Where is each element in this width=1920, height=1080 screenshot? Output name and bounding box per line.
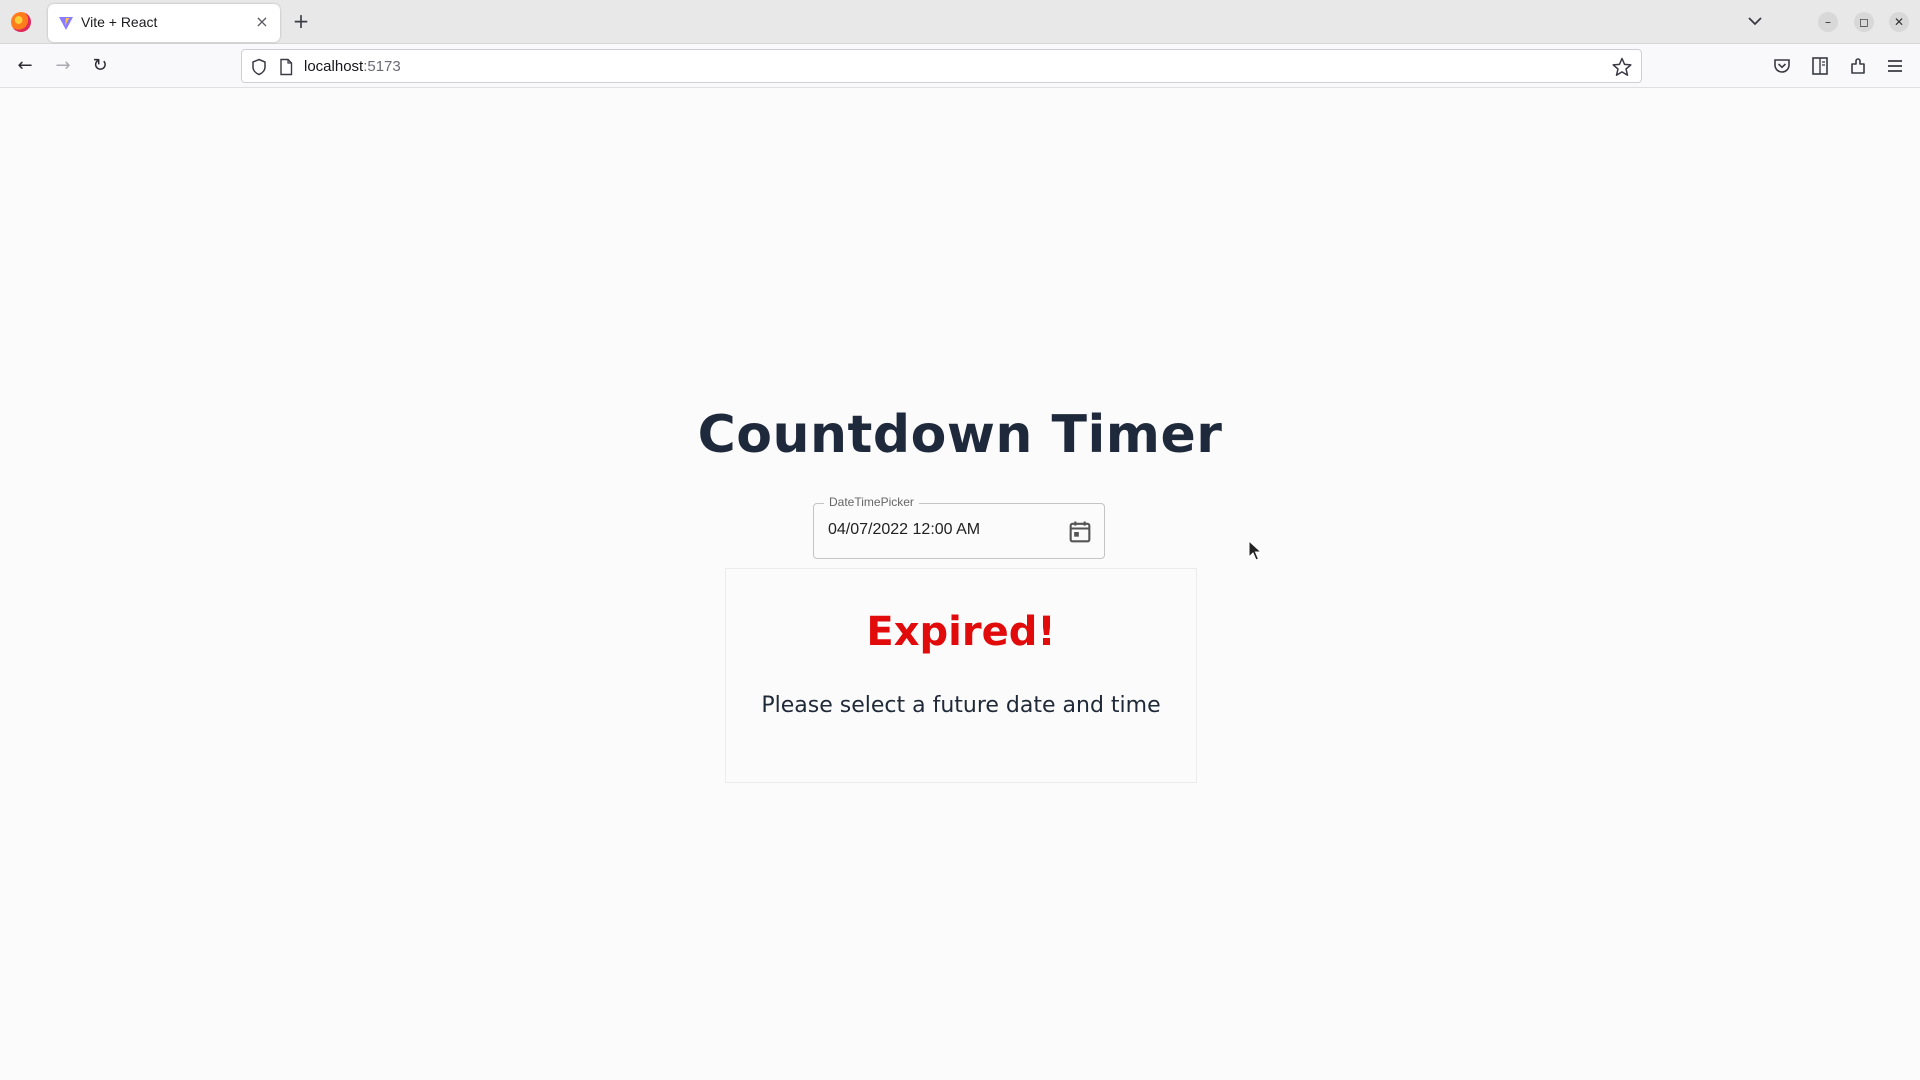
extensions-icon[interactable] (1847, 55, 1869, 77)
firefox-logo-icon[interactable] (11, 12, 31, 32)
vite-icon (59, 17, 73, 30)
forward-button[interactable]: → (49, 54, 77, 78)
reader-view-icon[interactable] (1809, 55, 1831, 77)
chevron-down-icon[interactable] (1744, 10, 1766, 32)
tab-strip: Vite + React × + – ◻ ✕ (0, 0, 1920, 44)
datetime-picker[interactable]: DateTimePicker 04/07/2022 12:00 AM (813, 495, 1105, 559)
datetime-picker-label: DateTimePicker (824, 495, 919, 509)
pocket-icon[interactable] (1771, 55, 1793, 77)
close-window-button[interactable]: ✕ (1889, 12, 1909, 32)
countdown-result-card: Expired! Please select a future date and… (725, 568, 1197, 783)
shield-icon[interactable] (250, 58, 268, 76)
tab-title: Vite + React (81, 14, 158, 30)
tab-close-icon[interactable]: × (252, 12, 272, 32)
maximize-button[interactable]: ◻ (1854, 12, 1874, 32)
tab-vite-react[interactable]: Vite + React × (48, 4, 280, 42)
mouse-cursor-icon (1248, 540, 1262, 561)
menu-icon[interactable] (1884, 55, 1906, 77)
url-text[interactable]: localhost:5173 (304, 58, 401, 75)
bookmark-star-icon[interactable] (1611, 56, 1633, 78)
expired-heading: Expired! (866, 609, 1056, 655)
page-title: Countdown Timer (697, 405, 1223, 465)
url-port: :5173 (363, 58, 401, 75)
reload-button[interactable]: ↻ (86, 54, 114, 78)
page-icon[interactable] (278, 58, 294, 76)
minimize-button[interactable]: – (1818, 12, 1838, 32)
datetime-picker-value[interactable]: 04/07/2022 12:00 AM (828, 521, 980, 539)
url-host: localhost (304, 58, 364, 75)
back-button[interactable]: ← (11, 54, 39, 78)
new-tab-button[interactable]: + (289, 10, 313, 34)
navigation-toolbar: ← → ↻ localhost:5173 (0, 44, 1920, 88)
calendar-icon[interactable] (1066, 518, 1094, 546)
url-bar[interactable]: localhost:5173 (241, 49, 1642, 83)
expired-message: Please select a future date and time (761, 693, 1161, 718)
